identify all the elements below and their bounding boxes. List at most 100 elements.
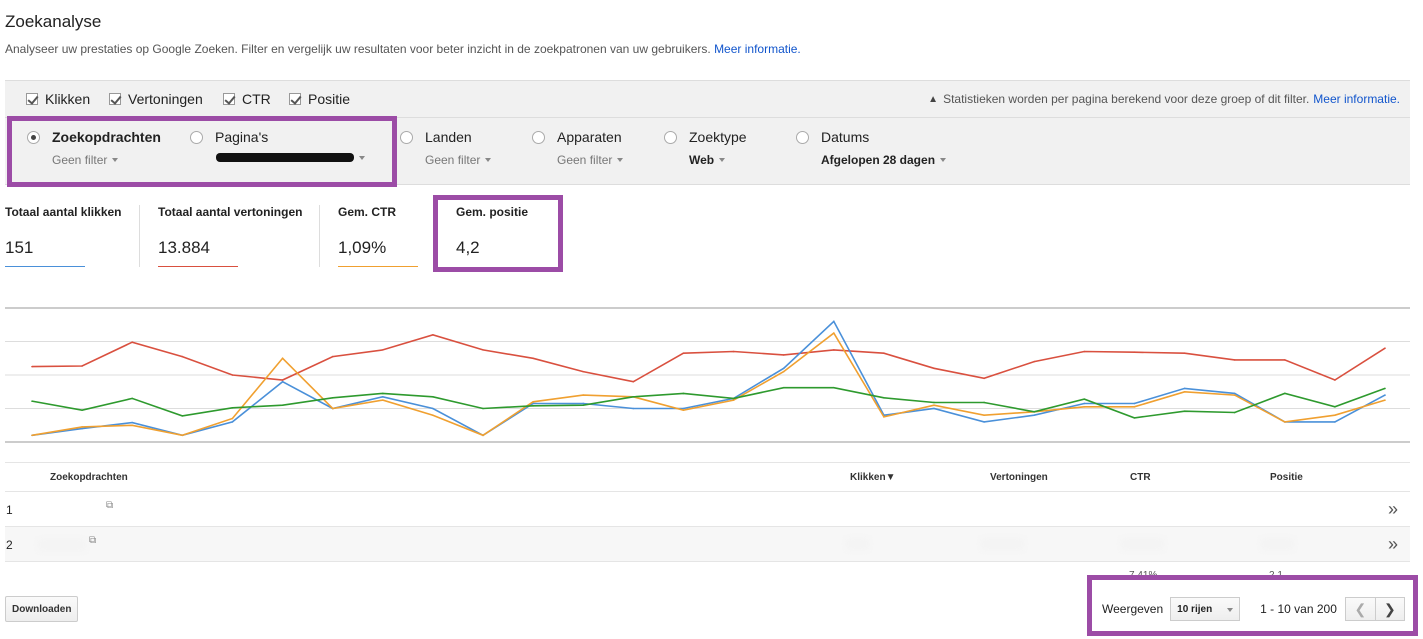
- data-point[interactable]: [381, 395, 384, 398]
- expand-row-icon[interactable]: »: [1388, 534, 1398, 555]
- data-point[interactable]: [1233, 359, 1236, 361]
- data-point[interactable]: [1033, 411, 1036, 413]
- data-point[interactable]: [81, 426, 83, 428]
- data-point[interactable]: [131, 341, 134, 343]
- data-point[interactable]: [1384, 394, 1386, 396]
- data-point[interactable]: [81, 365, 83, 367]
- data-point[interactable]: [432, 395, 434, 398]
- performance-chart[interactable]: [5, 300, 1410, 455]
- data-point[interactable]: [31, 434, 33, 437]
- data-point[interactable]: [1083, 406, 1086, 408]
- data-point[interactable]: [231, 407, 234, 409]
- data-point[interactable]: [782, 370, 785, 373]
- data-point[interactable]: [983, 414, 985, 416]
- data-point[interactable]: [1083, 350, 1086, 353]
- data-point[interactable]: [1133, 406, 1136, 408]
- data-point[interactable]: [1334, 421, 1336, 423]
- dimension-devices[interactable]: Apparaten Geen filter: [532, 129, 624, 167]
- data-point[interactable]: [432, 414, 434, 416]
- data-point[interactable]: [31, 400, 33, 402]
- data-point[interactable]: [381, 392, 384, 395]
- data-point[interactable]: [1183, 387, 1186, 390]
- data-point[interactable]: [682, 409, 685, 411]
- data-point[interactable]: [81, 427, 83, 430]
- dimension-search-type[interactable]: Zoektype Web: [664, 129, 747, 167]
- data-point[interactable]: [782, 354, 785, 356]
- data-point[interactable]: [983, 421, 985, 423]
- data-point[interactable]: [682, 352, 685, 355]
- countries-filter-dropdown[interactable]: Geen filter: [400, 153, 492, 167]
- external-link-icon[interactable]: ⧉: [106, 500, 113, 511]
- data-point[interactable]: [832, 386, 835, 389]
- dimension-countries[interactable]: Landen Geen filter: [400, 129, 492, 167]
- data-point[interactable]: [1384, 399, 1386, 401]
- external-link-icon[interactable]: ⧉: [89, 535, 96, 546]
- summary-impressions[interactable]: Totaal aantal vertoningen 13.884: [158, 205, 302, 267]
- data-point[interactable]: [632, 380, 635, 383]
- data-point[interactable]: [1233, 411, 1236, 414]
- data-point[interactable]: [933, 367, 935, 370]
- data-point[interactable]: [281, 404, 284, 406]
- data-point[interactable]: [983, 401, 985, 404]
- data-point[interactable]: [682, 407, 685, 410]
- stats-more-info-link[interactable]: Meer informatie.: [1313, 92, 1400, 106]
- search-type-dropdown[interactable]: Web: [664, 153, 747, 167]
- data-point[interactable]: [632, 395, 635, 398]
- data-point[interactable]: [1033, 360, 1036, 363]
- more-info-link[interactable]: Meer informatie.: [714, 42, 801, 56]
- header-impressions[interactable]: Vertoningen: [990, 472, 1048, 483]
- next-page-button[interactable]: ❯: [1374, 597, 1405, 621]
- header-queries[interactable]: Zoekopdrachten: [50, 472, 128, 483]
- data-point[interactable]: [1133, 417, 1136, 419]
- data-point[interactable]: [231, 421, 234, 423]
- data-point[interactable]: [1233, 394, 1236, 396]
- data-point[interactable]: [832, 349, 835, 351]
- data-point[interactable]: [432, 407, 434, 410]
- data-point[interactable]: [281, 380, 284, 383]
- impressions-checkbox[interactable]: Vertoningen: [109, 91, 203, 107]
- data-point[interactable]: [131, 424, 134, 427]
- data-point[interactable]: [682, 392, 685, 395]
- data-point[interactable]: [832, 320, 835, 323]
- data-point[interactable]: [883, 352, 885, 355]
- header-position[interactable]: Positie: [1270, 472, 1303, 483]
- dimension-pages[interactable]: Pagina's: [190, 129, 365, 162]
- data-point[interactable]: [131, 397, 134, 400]
- data-point[interactable]: [281, 357, 284, 360]
- rows-per-page-select[interactable]: 10 rijen: [1170, 597, 1241, 621]
- data-point[interactable]: [1283, 359, 1286, 361]
- data-point[interactable]: [632, 407, 635, 410]
- data-point[interactable]: [1133, 351, 1136, 354]
- table-row[interactable]: 2 ⧉ »: [5, 527, 1410, 562]
- devices-filter-dropdown[interactable]: Geen filter: [532, 153, 624, 167]
- header-clicks[interactable]: Klikken▼: [850, 472, 895, 483]
- data-point[interactable]: [432, 334, 434, 336]
- dimension-dates[interactable]: Datums Afgelopen 28 dagen: [796, 129, 947, 167]
- data-point[interactable]: [331, 396, 334, 399]
- data-point[interactable]: [181, 434, 184, 437]
- data-point[interactable]: [782, 367, 785, 370]
- data-point[interactable]: [1183, 352, 1186, 355]
- prev-page-button[interactable]: ❮: [1344, 597, 1375, 621]
- data-point[interactable]: [532, 401, 534, 403]
- data-point[interactable]: [832, 332, 835, 334]
- position-checkbox[interactable]: Positie: [289, 91, 350, 107]
- summary-clicks[interactable]: Totaal aantal klikken 151: [5, 205, 122, 267]
- data-point[interactable]: [1183, 410, 1186, 412]
- data-point[interactable]: [381, 349, 384, 351]
- data-point[interactable]: [883, 396, 885, 399]
- data-point[interactable]: [482, 434, 484, 437]
- queries-filter-dropdown[interactable]: Geen filter: [27, 153, 161, 167]
- series-line-2[interactable]: [31, 320, 1386, 437]
- data-point[interactable]: [582, 394, 585, 396]
- data-point[interactable]: [1334, 414, 1336, 416]
- pages-filter-dropdown[interactable]: [190, 153, 365, 162]
- expand-row-icon[interactable]: »: [1388, 499, 1398, 520]
- table-row[interactable]: 1 ⧉ »: [5, 492, 1410, 527]
- data-point[interactable]: [732, 399, 735, 401]
- dimension-queries[interactable]: Zoekopdrachten Geen filter: [27, 129, 161, 167]
- data-point[interactable]: [331, 407, 334, 410]
- data-point[interactable]: [1133, 402, 1136, 405]
- data-point[interactable]: [31, 365, 33, 368]
- data-point[interactable]: [181, 355, 184, 358]
